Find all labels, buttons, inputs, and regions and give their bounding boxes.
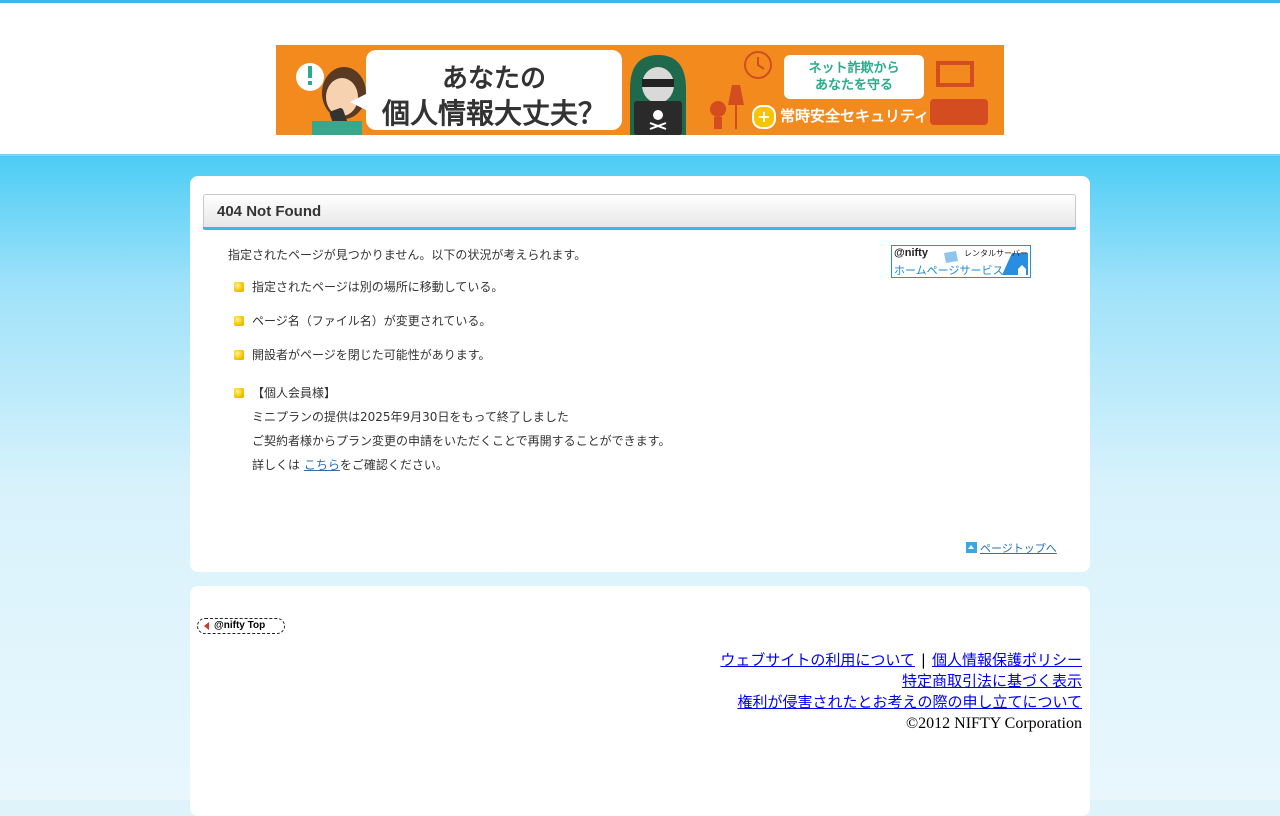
footer-panel: @nifty Top ウェブサイトの利用について | 個人情報保護ポリシー 特定商取… bbox=[190, 586, 1090, 816]
banner-headline-1: あなたの bbox=[441, 64, 546, 94]
link-separator: | bbox=[920, 651, 926, 669]
page-top-link[interactable]: ページトップへ bbox=[966, 540, 1057, 556]
member-notice-line3-prefix: 詳しくは bbox=[252, 458, 304, 472]
list-item: ページ名（ファイル名）が変更されている。 bbox=[234, 313, 834, 347]
bullet-icon bbox=[234, 388, 244, 398]
homepage-service-badge[interactable]: @nifty レンタルサーバー ホームページサービス bbox=[891, 245, 1031, 278]
bullet-icon bbox=[234, 316, 244, 326]
footer-links-row1: ウェブサイトの利用について | 個人情報保護ポリシー bbox=[720, 650, 1082, 671]
banner-tagline-2: あなたを守る bbox=[814, 78, 893, 93]
intro-text: 指定されたページが見つかりません。以下の状況が考えられます。 bbox=[228, 248, 587, 262]
hp-badge-brand: @nifty bbox=[894, 247, 928, 259]
copyright: ©2012 NIFTY Corporation bbox=[906, 715, 1082, 732]
footer-links: ウェブサイトの利用について | 個人情報保護ポリシー 特定商取引法に基づく表示 権利… bbox=[720, 650, 1082, 734]
reason-text: ページ名（ファイル名）が変更されている。 bbox=[252, 314, 492, 328]
page-title-bar: 404 Not Found bbox=[203, 194, 1076, 228]
main-panel: 404 Not Found 指定されたページが見つかりません。以下の状況が考えら… bbox=[190, 176, 1090, 572]
footer-links-row2: 特定商取引法に基づく表示 bbox=[720, 671, 1082, 692]
hp-badge-service: ホームページサービス bbox=[894, 264, 1004, 277]
member-notice-line2: ご契約者様からプラン変更の申請をいただくことで再開することができます。 bbox=[252, 434, 671, 448]
bullet-icon bbox=[234, 282, 244, 292]
list-item: 開設者がページを閉じた可能性があります。 bbox=[234, 347, 834, 381]
commerce-law-link[interactable]: 特定商取引法に基づく表示 bbox=[902, 672, 1082, 690]
plus-icon: + bbox=[752, 104, 776, 129]
banner-tagline-box: ネット詐欺から あなたを守る bbox=[784, 55, 924, 99]
banner-headline-2: 個人情報大丈夫？ bbox=[381, 97, 606, 130]
banner-tagline-1: ネット詐欺から bbox=[808, 61, 900, 76]
member-notice: 【個人会員様】 ミニプランの提供は2025年9月30日をもって終了しました ご契… bbox=[234, 381, 834, 477]
reason-list: 指定されたページは別の場所に移動している。 ページ名（ファイル名）が変更されてい… bbox=[234, 279, 834, 477]
ad-banner[interactable]: あなたの 個人情報大丈夫？ ネット詐欺から あなたを守る + 常時安全セキュリティ… bbox=[276, 45, 1004, 135]
hacker-illustration bbox=[630, 55, 686, 135]
rights-claim-link[interactable]: 権利が侵害されたとお考えの際の申し立てについて bbox=[737, 693, 1082, 711]
page-top-label[interactable]: ページトップへ bbox=[980, 542, 1057, 555]
member-notice-line1: ミニプランの提供は2025年9月30日をもって終了しました bbox=[252, 410, 569, 424]
list-item: 指定されたページは別の場所に移動している。 bbox=[234, 279, 834, 313]
member-notice-heading: 【個人会員様】 bbox=[252, 386, 337, 400]
footer-links-row3: 権利が侵害されたとお考えの際の申し立てについて bbox=[720, 692, 1082, 713]
nifty-top-label: @nifty Top bbox=[214, 620, 266, 631]
bullet-icon bbox=[234, 350, 244, 360]
arrow-left-icon bbox=[204, 622, 209, 630]
nifty-top-button[interactable]: @nifty Top bbox=[197, 618, 285, 634]
reason-text: 開設者がページを閉じた可能性があります。 bbox=[252, 348, 491, 362]
hp-badge-sub: レンタルサーバー bbox=[964, 249, 1028, 258]
reason-text: 指定されたページは別の場所に移動している。 bbox=[252, 280, 504, 294]
privacy-policy-link[interactable]: 個人情報保護ポリシー bbox=[932, 651, 1082, 669]
details-link[interactable]: こちら bbox=[304, 458, 340, 472]
arrow-up-icon bbox=[966, 542, 977, 553]
title-underline bbox=[203, 227, 1076, 230]
page-title: 404 Not Found bbox=[217, 203, 322, 220]
worried-person-illustration bbox=[296, 63, 366, 135]
member-notice-line3: 詳しくは こちらをご確認ください。 bbox=[252, 453, 834, 477]
website-terms-link[interactable]: ウェブサイトの利用について bbox=[720, 651, 915, 669]
banner-product-badge: +常時安全セキュリティ24 bbox=[752, 103, 947, 135]
banner-speech-bubble: あなたの 個人情報大丈夫？ bbox=[350, 50, 622, 130]
member-notice-line3-suffix: をご確認ください。 bbox=[339, 458, 448, 472]
